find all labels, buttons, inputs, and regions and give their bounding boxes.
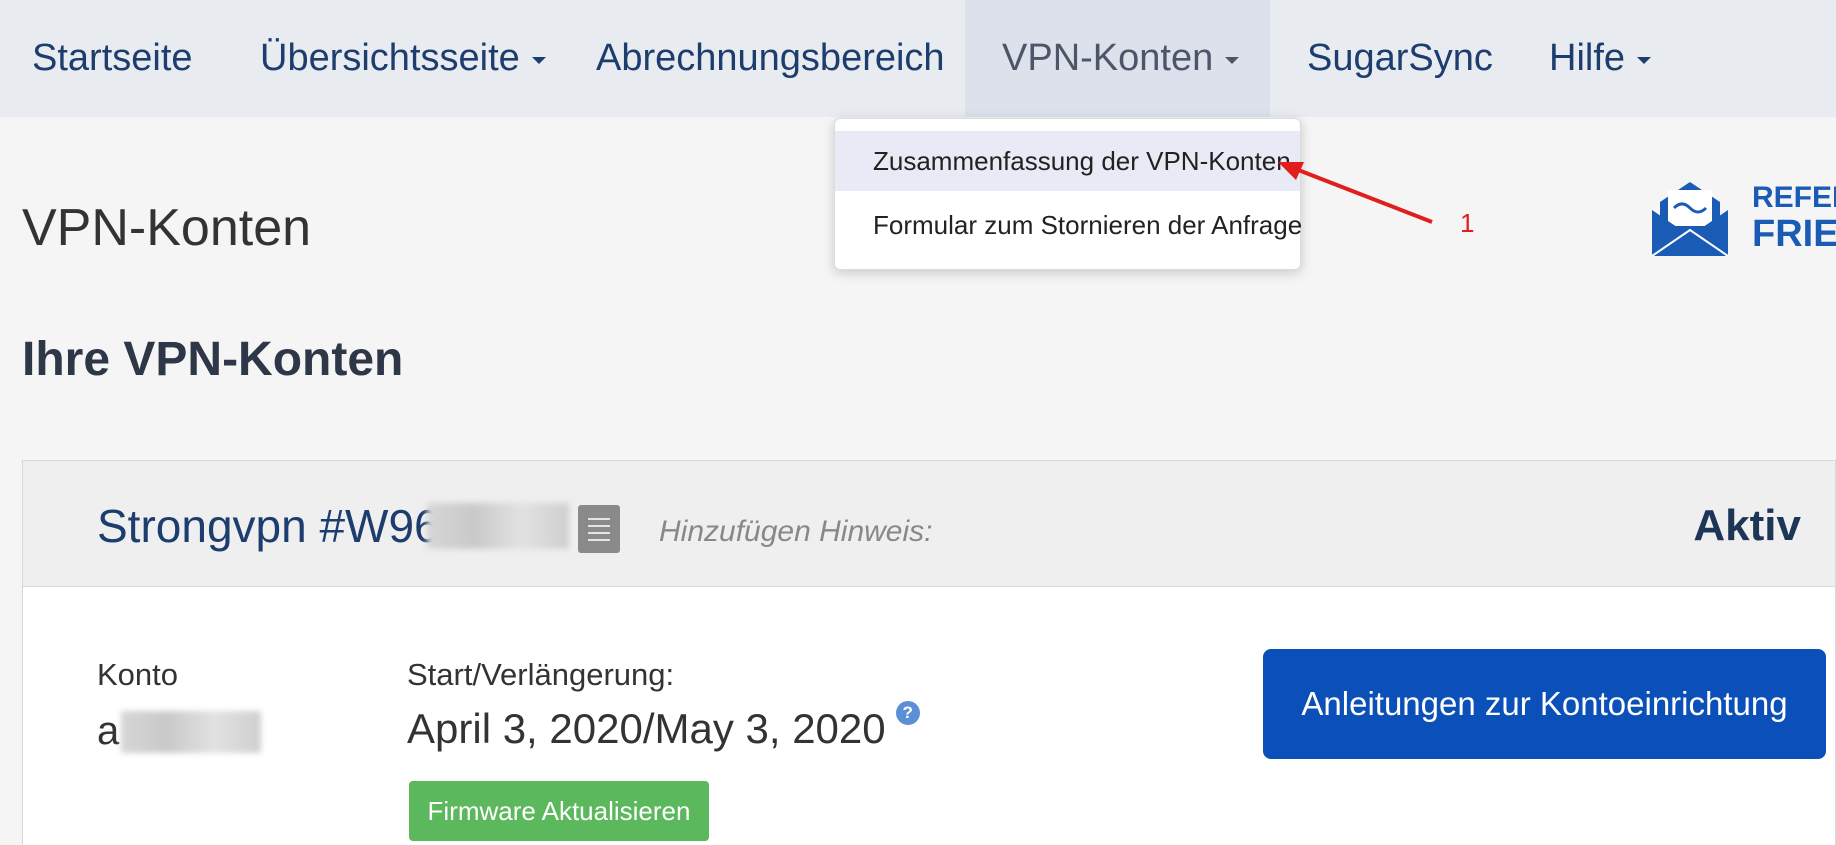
caret-down-icon xyxy=(531,57,546,64)
dates-text: April 3, 2020/May 3, 2020 xyxy=(407,705,886,752)
help-icon[interactable]: ? xyxy=(895,701,920,725)
note-icon[interactable] xyxy=(578,505,620,553)
nav-label: Hilfe xyxy=(1549,37,1626,79)
vpn-konten-dropdown-menu: Zusammenfassung der VPN-Konten Formular … xyxy=(834,118,1303,270)
annotation-label-1: 1 xyxy=(1460,208,1475,238)
annotation-arrow-1 xyxy=(1278,162,1433,224)
menu-item-label: Formular zum Stornieren der Anfrage xyxy=(873,209,1303,240)
section-title: Ihre VPN-Konten xyxy=(22,333,404,386)
page-title: VPN-Konten xyxy=(22,199,312,257)
account-name: Strongvpn #W96 xyxy=(97,500,440,552)
nav-label: VPN-Konten xyxy=(1002,37,1214,79)
nav-item-abrechnungsbereich[interactable]: Abrechnungsbereich xyxy=(596,0,945,117)
account-setup-guide-button[interactable]: Anleitungen zur Kontoeinrichtung xyxy=(1263,649,1826,759)
menu-item-label: Zusammenfassung der VPN-Konten xyxy=(873,145,1291,176)
note-input[interactable]: Hinzufügen Hinweis: xyxy=(659,515,932,549)
redacted-account-id xyxy=(427,503,569,549)
nav-label: Abrechnungsbereich xyxy=(596,37,945,79)
envelope-icon[interactable] xyxy=(1650,180,1730,258)
nav-item-uebersichtsseite[interactable]: Übersichtsseite xyxy=(260,0,546,117)
caret-down-icon xyxy=(1637,57,1652,64)
caret-down-icon xyxy=(1225,57,1240,64)
vpn-account-panel: Strongvpn #W96 Hinzufügen Hinweis: Aktiv… xyxy=(22,460,1836,845)
refer-line-2: FRIE xyxy=(1752,213,1836,255)
refer-line-1: REFER xyxy=(1752,181,1836,214)
nav-item-sugarsync[interactable]: SugarSync xyxy=(1307,0,1493,117)
firmware-update-button[interactable]: Firmware Aktualisieren xyxy=(409,781,709,841)
nav-label: Übersichtsseite xyxy=(260,37,520,79)
top-navigation: Startseite Übersichtsseite Abrechnungsbe… xyxy=(0,0,1836,117)
account-panel-header: Strongvpn #W96 Hinzufügen Hinweis: Aktiv xyxy=(23,461,1835,587)
menu-item-stornieren[interactable]: Formular zum Stornieren der Anfrage xyxy=(835,195,1303,255)
refer-a-friend-link[interactable]: REFER FRIE xyxy=(1752,180,1836,255)
nav-label: Startseite xyxy=(32,37,193,79)
konto-label: Konto xyxy=(97,657,179,692)
menu-item-zusammenfassung[interactable]: Zusammenfassung der VPN-Konten xyxy=(835,131,1300,191)
redacted-konto-value xyxy=(121,711,261,753)
nav-item-hilfe[interactable]: Hilfe xyxy=(1549,0,1652,117)
status-badge: Aktiv xyxy=(1693,501,1801,550)
nav-label: SugarSync xyxy=(1307,37,1493,79)
dates-label: Start/Verlängerung: xyxy=(407,657,675,692)
konto-value: a xyxy=(97,709,120,753)
dates-value: April 3, 2020/May 3, 2020? xyxy=(407,701,920,753)
nav-item-startseite[interactable]: Startseite xyxy=(32,0,193,117)
nav-item-vpn-konten[interactable]: VPN-Konten xyxy=(965,0,1270,117)
